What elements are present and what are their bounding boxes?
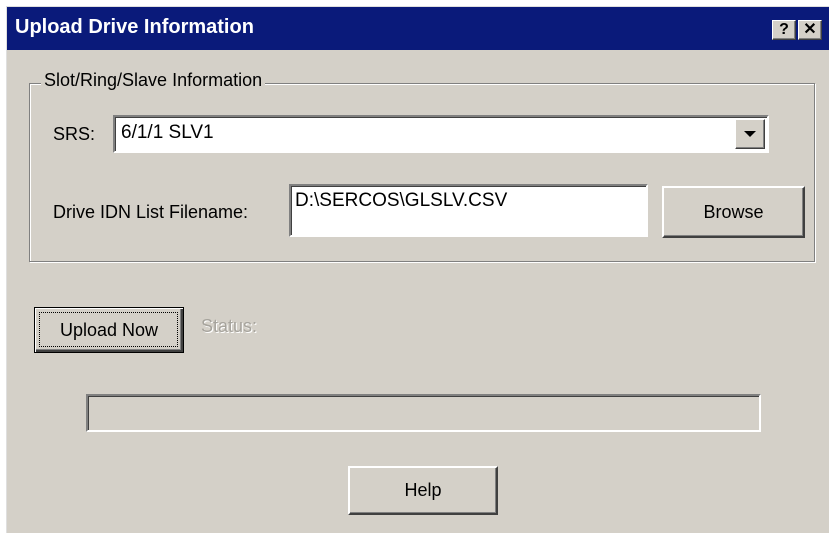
help-caption-button[interactable]: ?	[772, 20, 796, 40]
upload-now-button-label: Upload Now	[59, 319, 159, 340]
close-button[interactable]: ✕	[798, 20, 822, 40]
srs-label: SRS:	[53, 124, 96, 144]
srs-selected-value: 6/1/1 SLV1	[121, 122, 214, 143]
filename-label: Drive IDN List Filename:	[53, 202, 249, 222]
title-bar[interactable]: Upload Drive Information ? ✕	[7, 7, 829, 50]
close-icon: ✕	[803, 21, 817, 38]
srs-dropdown-button[interactable]	[735, 119, 765, 149]
filename-input[interactable]: D:\SERCOS\GLSLV.CSV	[289, 184, 648, 237]
browse-button[interactable]: Browse	[662, 186, 805, 238]
question-mark-icon: ?	[779, 21, 789, 38]
status-label: Status:	[201, 316, 258, 336]
srs-combobox[interactable]: 6/1/1 SLV1	[113, 115, 769, 153]
filename-value: D:\SERCOS\GLSLV.CSV	[295, 190, 508, 211]
chevron-down-icon	[744, 131, 756, 137]
groupbox-label: Slot/Ring/Slave Information	[41, 70, 266, 91]
upload-progress-bar	[86, 394, 761, 432]
help-button[interactable]: Help	[348, 466, 498, 515]
browse-button-label: Browse	[703, 201, 764, 222]
window-title: Upload Drive Information	[15, 16, 254, 38]
upload-now-button[interactable]: Upload Now	[34, 307, 184, 353]
help-button-label: Help	[404, 480, 442, 500]
